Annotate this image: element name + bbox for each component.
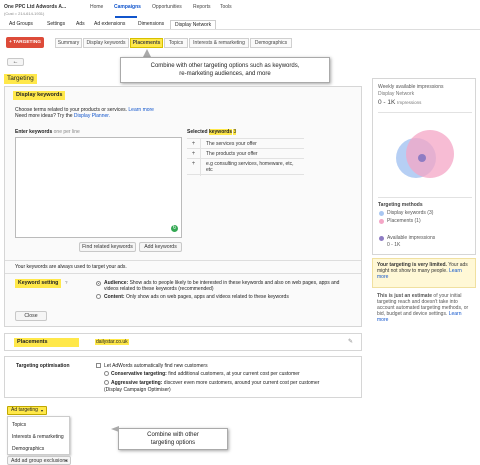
available-impressions-value: 0 - 1K xyxy=(387,242,401,248)
display-keywords-title: Display keywords xyxy=(13,91,66,100)
legend-dot-keywords xyxy=(379,211,384,216)
callout-pointer xyxy=(143,49,151,57)
available-impressions-label: Available impressions xyxy=(387,235,436,241)
legend-dot-available xyxy=(379,236,384,241)
nav-home[interactable]: Home xyxy=(90,4,103,10)
callout-top-line2: re-marketing audiences, and more xyxy=(179,71,271,77)
chevron-down-icon: ▾ xyxy=(64,458,67,463)
venn-circle-placements xyxy=(406,130,454,178)
keywords-textarea[interactable] xyxy=(15,137,182,238)
placements-label: Placements xyxy=(14,338,79,347)
subtab-ads[interactable]: Ads xyxy=(76,21,85,27)
add-exclusions-button[interactable]: Add ad group exclusions ▾ xyxy=(7,456,71,465)
targeting-methods-title: Targeting methods xyxy=(378,202,423,208)
callout-bottom-line2: targeting options xyxy=(150,440,196,446)
learn-more-link[interactable]: Learn more xyxy=(128,107,154,113)
menu-item-demographics[interactable]: Demographics xyxy=(12,446,44,452)
nav-reports[interactable]: Reports xyxy=(193,4,211,10)
targeting-heading: Targeting xyxy=(4,74,37,84)
tab-demographics[interactable]: Demographics xyxy=(250,38,292,48)
subtab-settings[interactable]: Settings xyxy=(47,21,65,27)
venn-circle-available xyxy=(418,154,426,162)
menu-item-topics[interactable]: Topics xyxy=(12,422,26,428)
find-related-keywords-button[interactable]: Find related keywords xyxy=(79,242,136,252)
menu-item-interests[interactable]: Interests & remarketing xyxy=(12,434,64,440)
refresh-icon[interactable]: ↻ xyxy=(171,225,178,232)
ideas-line: Need more ideas? Try the Display Planner… xyxy=(15,113,111,119)
targeting-button[interactable]: + TARGETING xyxy=(6,37,44,48)
audience-option: Audience: Show ads to people likely to b… xyxy=(104,280,340,292)
ad-targeting-dropdown[interactable]: Ad targeting ▾ xyxy=(7,406,47,415)
callout-top: Combine with other targeting options suc… xyxy=(120,57,330,83)
selected-keyword-row: + The products your offer xyxy=(187,148,304,159)
keyword-setting-label: Keyword setting xyxy=(15,279,62,288)
tab-interests-remarketing[interactable]: Interests & remarketing xyxy=(189,38,249,48)
audience-radio[interactable] xyxy=(96,281,101,286)
display-planner-link[interactable]: Display Planner. xyxy=(74,113,110,119)
auto-find-label: Let AdWords automatically find new custo… xyxy=(104,363,208,369)
method-placements: Placements (1) xyxy=(387,218,421,224)
help-icon[interactable]: ? xyxy=(65,280,68,285)
divider xyxy=(378,112,472,113)
auto-find-checkbox[interactable] xyxy=(96,363,101,368)
method-display-keywords: Display keywords (3) xyxy=(387,210,434,216)
tab-display-keywords[interactable]: Display keywords xyxy=(83,38,129,48)
callout-bottom-line1: Combine with other xyxy=(147,432,199,438)
callout-top-line1: Combine with other targeting options suc… xyxy=(150,63,300,69)
divider xyxy=(5,260,361,261)
add-icon[interactable]: + xyxy=(187,159,201,176)
divider xyxy=(378,197,472,198)
callout-bottom: Combine with other targeting options xyxy=(118,428,228,450)
selected-keywords-label: Selected keywords 3 xyxy=(187,129,237,135)
nav-opportunities[interactable]: Opportunities xyxy=(152,4,182,10)
subtab-dimensions[interactable]: Dimensions xyxy=(138,21,164,27)
aggressive-note: (Display Campaign Optimiser) xyxy=(104,387,171,393)
placements-value: dailystar.co.uk xyxy=(95,339,129,345)
back-button[interactable]: ← xyxy=(7,58,24,66)
optimisation-label: Targeting optimisation xyxy=(16,363,70,369)
selected-count: 3 xyxy=(233,129,237,135)
conservative-option: Conservative targeting: find additional … xyxy=(111,371,300,377)
subtab-ad-extensions[interactable]: Ad extensions xyxy=(94,21,125,27)
tab-placements[interactable]: Placements xyxy=(130,38,163,48)
nav-tools[interactable]: Tools xyxy=(220,4,232,10)
tab-topics[interactable]: Topics xyxy=(164,38,188,48)
venn-diagram xyxy=(396,130,454,178)
content-option: Content: Only show ads on web pages, app… xyxy=(104,294,289,300)
subtab-bar xyxy=(0,19,480,30)
network-label: Display Network xyxy=(378,91,415,97)
weekly-impressions-label: Weekly available impressions xyxy=(378,84,444,90)
legend-dot-placements xyxy=(379,219,384,224)
subtab-ad-groups[interactable]: Ad Groups xyxy=(9,21,33,27)
limited-warning-text: Your targeting is very limited. Your ads… xyxy=(377,262,468,280)
divider xyxy=(5,273,361,274)
enter-keywords-label: Enter keywords one per line xyxy=(15,129,80,135)
chevron-down-icon: ▾ xyxy=(40,408,43,413)
edit-icon[interactable]: ✎ xyxy=(348,338,353,345)
selected-keyword-row: + The services your offer xyxy=(187,138,304,149)
impressions-range: 0 - 1K Impressions xyxy=(378,99,422,106)
content-radio[interactable] xyxy=(96,294,101,299)
subtab-display-network[interactable]: Display Network xyxy=(170,20,217,29)
tab-summary[interactable]: Summary xyxy=(55,38,82,48)
aggressive-option: Aggressive targeting: discover even more… xyxy=(111,380,320,386)
estimate-note: This is just an estimate of your initial… xyxy=(377,293,469,323)
callout-pointer xyxy=(111,426,119,432)
conservative-radio[interactable] xyxy=(104,371,109,376)
nav-campaigns[interactable]: Campaigns xyxy=(114,4,141,10)
add-keywords-button[interactable]: Add keywords xyxy=(139,242,182,252)
always-used-text: Your keywords are always used to target … xyxy=(15,264,127,270)
close-button[interactable]: Close xyxy=(15,311,47,321)
selected-keyword-row: + e.g consulting services, homeware, etc… xyxy=(187,158,304,176)
account-name[interactable]: One PPC Ltd Adwords A... xyxy=(4,4,74,10)
nav-active-underline xyxy=(115,16,137,18)
aggressive-radio[interactable] xyxy=(104,380,109,385)
account-id: (Cust = 214-614-1931) xyxy=(4,11,45,16)
